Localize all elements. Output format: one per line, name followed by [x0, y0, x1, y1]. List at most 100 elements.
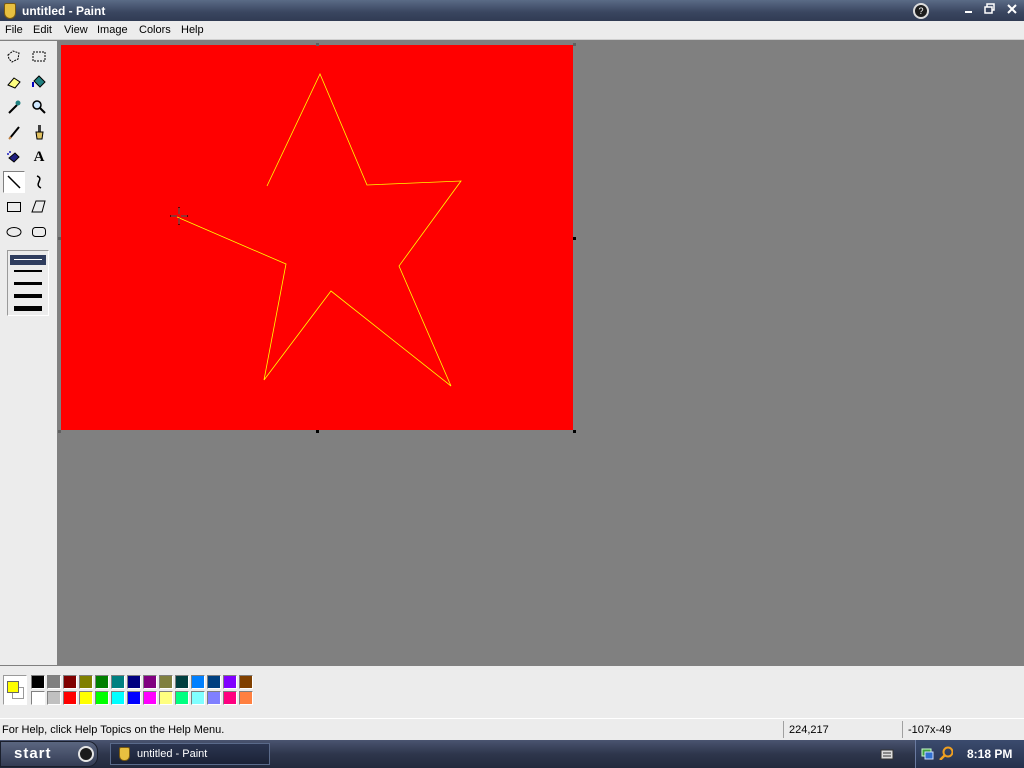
- resize-handle-right[interactable]: [573, 237, 576, 240]
- palette-swatch[interactable]: [159, 675, 173, 689]
- menu-help[interactable]: Help: [181, 24, 204, 36]
- restore-button[interactable]: [979, 2, 1000, 20]
- minimize-button[interactable]: [958, 2, 979, 20]
- menu-edit[interactable]: Edit: [33, 24, 52, 36]
- title-bar: untitled - Paint ?: [0, 0, 1024, 22]
- polygon-icon: [31, 200, 46, 213]
- resize-handle-top: [316, 43, 319, 46]
- select-tool[interactable]: [28, 46, 50, 68]
- palette-swatch[interactable]: [79, 691, 93, 705]
- menu-colors[interactable]: Colors: [139, 24, 171, 36]
- palette-swatch[interactable]: [175, 675, 189, 689]
- toolbox: A: [0, 41, 57, 665]
- rectangle-icon: [7, 202, 21, 212]
- curve-tool[interactable]: [28, 171, 50, 193]
- line-width-selector: [7, 250, 49, 316]
- cursor-position: 224,217: [789, 724, 829, 736]
- brush-tool[interactable]: [28, 121, 50, 143]
- palette-swatch[interactable]: [111, 691, 125, 705]
- palette-swatch[interactable]: [143, 691, 157, 705]
- eraser-tool[interactable]: [3, 71, 25, 93]
- palette-swatch[interactable]: [127, 675, 141, 689]
- rounded-rectangle-tool[interactable]: [28, 221, 50, 243]
- line-icon: [7, 175, 21, 189]
- palette-swatch[interactable]: [143, 675, 157, 689]
- resize-handle-bottom[interactable]: [316, 430, 319, 433]
- close-button[interactable]: [1001, 2, 1022, 20]
- free-form-select-tool[interactable]: [3, 46, 25, 68]
- start-orb-icon: [78, 746, 94, 762]
- palette-swatch[interactable]: [95, 675, 109, 689]
- palette-swatch[interactable]: [159, 691, 173, 705]
- curve-icon: [36, 175, 42, 189]
- palette-swatch[interactable]: [47, 691, 61, 705]
- palette-swatch[interactable]: [95, 691, 109, 705]
- pencil-icon: [8, 126, 20, 140]
- selection-size: -107x-49: [908, 724, 952, 736]
- menu-bar: File Edit View Image Colors Help: [0, 21, 1024, 40]
- palette-swatch[interactable]: [111, 675, 125, 689]
- resize-handle-top-right: [573, 43, 576, 46]
- line-width-4[interactable]: [14, 294, 42, 298]
- text-tool[interactable]: A: [28, 146, 50, 168]
- taskbar: start untitled - Paint 8:18 PM: [0, 740, 1024, 768]
- crosshair-cursor: [170, 207, 188, 225]
- menu-view[interactable]: View: [64, 24, 88, 36]
- palette-swatch[interactable]: [63, 675, 77, 689]
- palette-swatch[interactable]: [191, 675, 205, 689]
- line-width-selected-highlight: [10, 255, 46, 265]
- airbrush-icon: [7, 151, 20, 163]
- current-colors: [3, 675, 27, 705]
- start-button[interactable]: start: [0, 741, 98, 767]
- palette-swatch[interactable]: [63, 691, 77, 705]
- fill-bucket-icon: [32, 75, 46, 88]
- status-divider: [783, 721, 784, 738]
- line-tool[interactable]: [3, 171, 25, 193]
- palette-swatch[interactable]: [127, 691, 141, 705]
- magnifier-tool[interactable]: [28, 96, 50, 118]
- resize-handle-left: [58, 237, 61, 240]
- fill-tool[interactable]: [28, 71, 50, 93]
- line-width-5[interactable]: [14, 306, 42, 311]
- palette-swatch[interactable]: [79, 675, 93, 689]
- keyboard-icon[interactable]: [880, 747, 894, 761]
- status-divider: [902, 721, 903, 738]
- foreground-color-top: [7, 681, 19, 693]
- network-icon[interactable]: [920, 746, 934, 760]
- palette-swatch[interactable]: [31, 675, 45, 689]
- menu-image[interactable]: Image: [97, 24, 128, 36]
- drawing-canvas[interactable]: [61, 45, 573, 430]
- resize-handle-bottom-right[interactable]: [573, 430, 576, 433]
- palette-swatch[interactable]: [31, 691, 45, 705]
- palette-swatch[interactable]: [47, 675, 61, 689]
- line-width-3[interactable]: [14, 282, 42, 285]
- status-bar: For Help, click Help Topics on the Help …: [0, 718, 1024, 740]
- close-icon: [1006, 4, 1017, 14]
- palette-swatch[interactable]: [175, 691, 189, 705]
- ellipse-tool[interactable]: [3, 221, 25, 243]
- polygon-tool[interactable]: [28, 196, 50, 218]
- palette-swatch[interactable]: [207, 675, 221, 689]
- line-width-1[interactable]: [14, 259, 42, 260]
- brush-icon: [35, 125, 44, 140]
- airbrush-tool[interactable]: [3, 146, 25, 168]
- palette-swatch[interactable]: [239, 675, 253, 689]
- ellipse-icon: [6, 227, 22, 237]
- palette-swatch[interactable]: [239, 691, 253, 705]
- system-tray: 8:18 PM: [915, 740, 1024, 768]
- line-width-2[interactable]: [14, 270, 42, 272]
- help-icon[interactable]: ?: [913, 3, 929, 19]
- pick-color-tool[interactable]: [3, 96, 25, 118]
- palette-swatch[interactable]: [223, 691, 237, 705]
- minimize-icon: [964, 11, 972, 13]
- pencil-tool[interactable]: [3, 121, 25, 143]
- palette-swatch[interactable]: [223, 675, 237, 689]
- paint-icon[interactable]: [4, 3, 16, 19]
- menu-file[interactable]: File: [5, 24, 23, 36]
- rectangle-tool[interactable]: [3, 196, 25, 218]
- search-icon[interactable]: [939, 746, 953, 760]
- palette-swatch[interactable]: [191, 691, 205, 705]
- taskbar-paint-button[interactable]: untitled - Paint: [110, 743, 270, 765]
- palette-swatch[interactable]: [207, 691, 221, 705]
- star-outline: [176, 73, 462, 387]
